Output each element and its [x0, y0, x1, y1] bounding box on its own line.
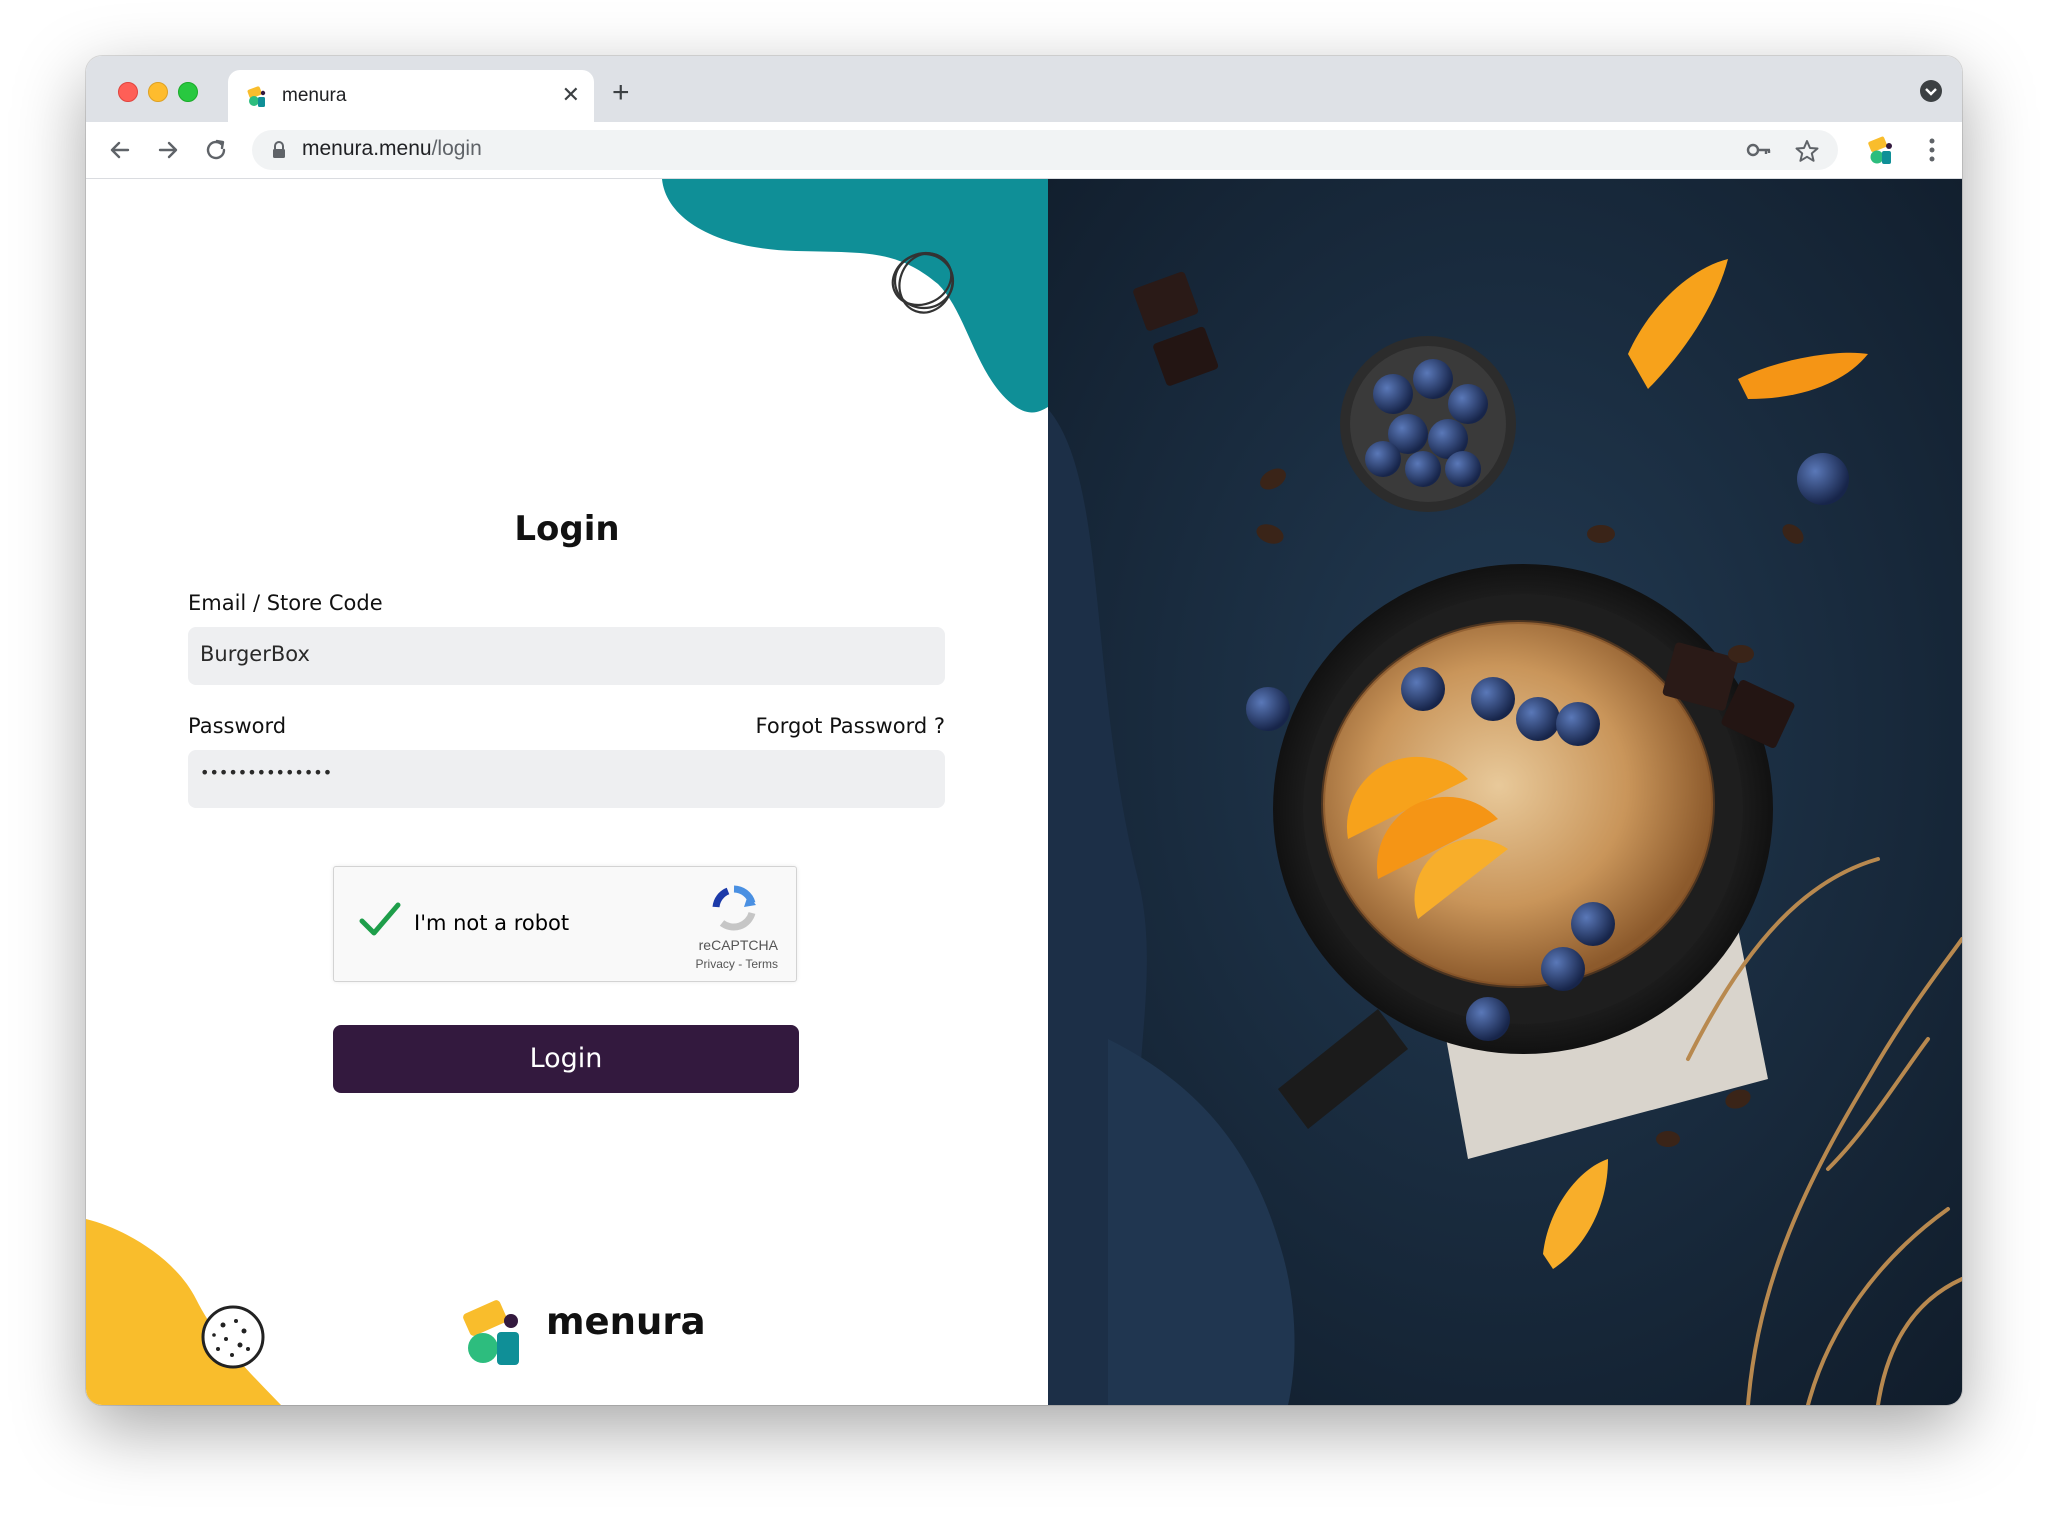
lock-icon: [273, 141, 285, 158]
tab-search-icon[interactable]: [1920, 80, 1942, 102]
minimize-window-button[interactable]: [148, 82, 168, 102]
tab-strip: menura ✕ +: [86, 56, 1962, 122]
recaptcha-terms-link[interactable]: Terms: [745, 957, 778, 971]
url-path: /login: [431, 137, 482, 160]
address-bar[interactable]: menura.menu/login: [252, 130, 1838, 170]
close-window-button[interactable]: [118, 82, 138, 102]
teal-blob-decoration: [662, 179, 1048, 413]
menura-favicon-icon: [247, 86, 266, 107]
back-arrow-icon[interactable]: [104, 134, 136, 166]
tab-close-icon[interactable]: ✕: [562, 82, 580, 108]
email-field[interactable]: BurgerBox: [188, 627, 945, 685]
login-button[interactable]: Login: [333, 1025, 799, 1093]
captcha-label: I'm not a robot: [414, 911, 570, 935]
menura-logo-icon: [463, 1300, 519, 1365]
recaptcha-widget: I'm not a robot reCAPTCHA Privacy - Term…: [333, 866, 797, 982]
recaptcha-links-separator: -: [734, 957, 746, 971]
url-text: menura.menu/login: [302, 137, 482, 161]
recaptcha-brand: reCAPTCHA: [698, 937, 778, 953]
new-tab-button[interactable]: +: [612, 78, 630, 108]
recaptcha-links: Privacy - Terms: [696, 957, 778, 971]
page-content: Login Email / Store Code BurgerBox Passw…: [86, 179, 1962, 1405]
reload-icon[interactable]: [200, 134, 232, 166]
browser-tab-active[interactable]: menura ✕: [228, 70, 594, 122]
brand-name: menura: [546, 1300, 706, 1343]
email-field-value: BurgerBox: [200, 642, 310, 666]
pancake-photo-illustration: [1048, 179, 1962, 1405]
browser-toolbar: menura.menu/login: [86, 122, 1962, 179]
maximize-window-button[interactable]: [178, 82, 198, 102]
tab-title: menura: [282, 85, 347, 106]
yellow-blob-decoration: [86, 1219, 281, 1405]
star-icon[interactable]: [1794, 138, 1820, 164]
checkmark-icon[interactable]: [358, 899, 402, 939]
url-host: menura.menu: [302, 137, 432, 160]
recaptcha-icon: [712, 885, 756, 931]
password-field[interactable]: ••••••••••••••: [188, 750, 945, 808]
key-icon[interactable]: [1746, 138, 1772, 162]
more-vert-icon[interactable]: [1928, 136, 1936, 164]
forgot-password-link[interactable]: Forgot Password ?: [756, 714, 945, 738]
menura-extension-icon[interactable]: [1866, 136, 1896, 166]
browser-window: menura ✕ + menura.menu/login Login Email…: [86, 56, 1962, 1405]
email-label: Email / Store Code: [188, 591, 383, 615]
password-label: Password: [188, 714, 287, 738]
password-field-value: ••••••••••••••: [200, 763, 333, 782]
page-title: Login: [514, 509, 620, 549]
forward-arrow-icon[interactable]: [152, 134, 184, 166]
hero-food-image: [1048, 179, 1962, 1405]
login-panel: Login Email / Store Code BurgerBox Passw…: [86, 179, 1048, 1405]
recaptcha-privacy-link[interactable]: Privacy: [696, 957, 735, 971]
